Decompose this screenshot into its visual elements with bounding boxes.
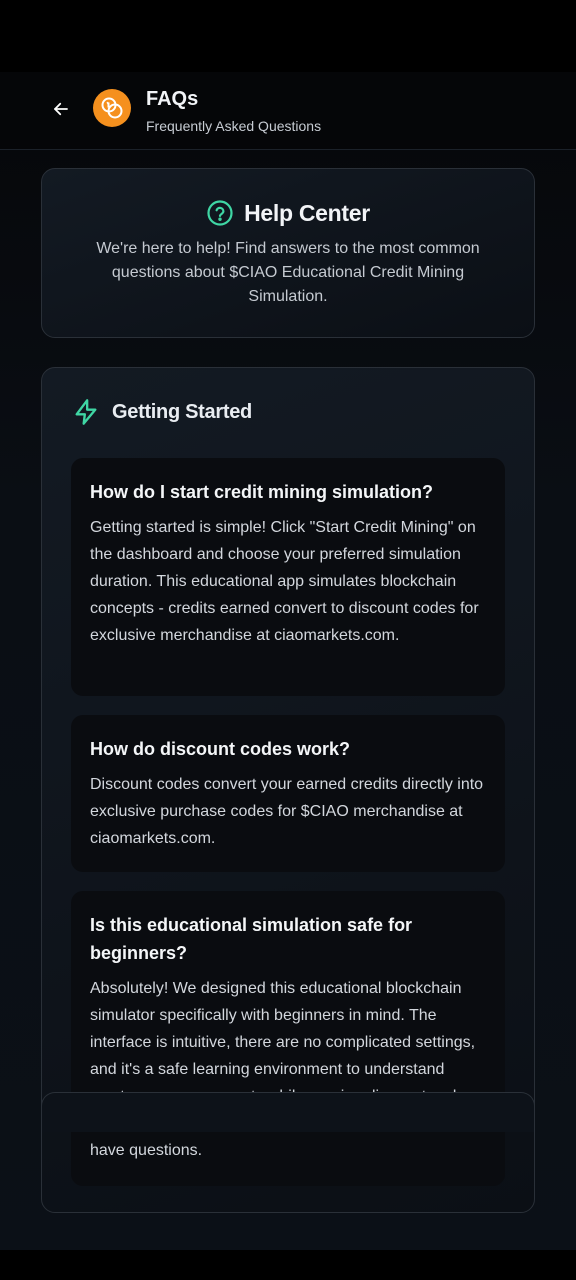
next-section-card bbox=[41, 1092, 535, 1132]
section-title: Getting Started bbox=[112, 400, 252, 423]
page-title: FAQs bbox=[146, 88, 199, 110]
header-text: FAQs Frequently Asked Questions bbox=[146, 88, 321, 134]
coins-icon bbox=[101, 97, 123, 119]
faq-question: Is this educational simulation safe for … bbox=[90, 915, 413, 963]
app-header: FAQs Frequently Asked Questions bbox=[0, 72, 576, 150]
page-subtitle: Frequently Asked Questions bbox=[146, 118, 322, 134]
navigation-bar bbox=[0, 1250, 576, 1280]
faq-answer: Absolutely! We designed this educational… bbox=[90, 980, 478, 1159]
faq-answer: Getting started is simple! Click "Start … bbox=[90, 519, 479, 644]
arrow-left-icon bbox=[54, 102, 68, 116]
faq-item[interactable]: Is this educational simulation safe for … bbox=[71, 891, 505, 1186]
app-logo bbox=[93, 89, 131, 127]
help-center-heading: Help Center bbox=[42, 199, 534, 227]
faq-question: How do I start credit mining simulation? bbox=[90, 482, 434, 502]
help-center-title: Help Center bbox=[244, 199, 370, 226]
help-center-card: Help Center We're here to help! Find ans… bbox=[41, 168, 535, 338]
faq-question: How do discount codes work? bbox=[90, 739, 351, 759]
question-circle-icon bbox=[207, 200, 233, 226]
faq-screen: FAQs Frequently Asked Questions Help Cen… bbox=[0, 0, 576, 1280]
back-button[interactable] bbox=[46, 94, 76, 124]
lightning-icon bbox=[75, 399, 97, 425]
status-bar bbox=[0, 0, 576, 72]
faq-item[interactable]: How do I start credit mining simulation?… bbox=[71, 458, 505, 696]
help-center-description: We're here to help! Find answers to the … bbox=[96, 240, 480, 305]
faq-answer: Discount codes convert your earned credi… bbox=[90, 776, 484, 847]
section-heading: Getting Started bbox=[72, 398, 252, 426]
faq-section-card: Getting Started How do I start credit mi… bbox=[41, 367, 535, 1213]
faq-item[interactable]: How do discount codes work? Discount cod… bbox=[71, 715, 505, 872]
